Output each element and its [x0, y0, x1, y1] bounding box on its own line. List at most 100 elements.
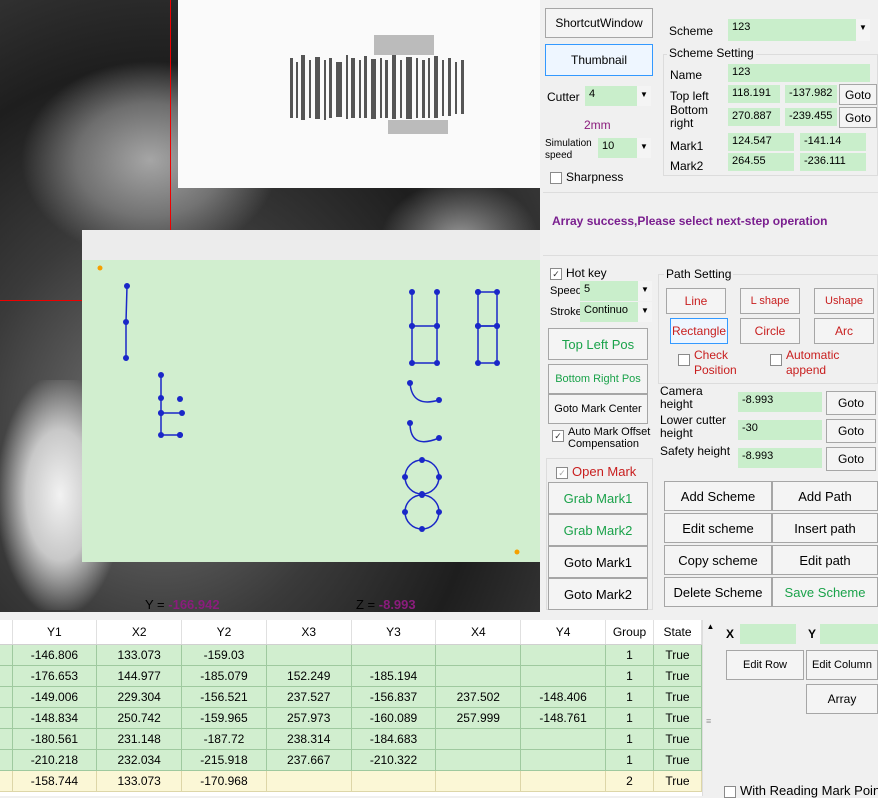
- table-cell[interactable]: 238.314: [266, 728, 352, 750]
- u-shape-button[interactable]: Ushape: [814, 288, 874, 314]
- cutter-select[interactable]: 4 ▼: [585, 86, 651, 106]
- row-header-cell[interactable]: [0, 686, 13, 708]
- table-cell[interactable]: -185.079: [181, 665, 267, 687]
- table-cell[interactable]: 250.742: [96, 707, 183, 729]
- goto-lower-cutter-button[interactable]: Goto: [826, 419, 876, 443]
- thumbnail-button[interactable]: Thumbnail: [545, 44, 653, 76]
- scheme-name-field[interactable]: 123: [728, 64, 870, 82]
- goto-top-left-button[interactable]: Goto: [839, 84, 877, 105]
- table-row[interactable]: -180.561 231.148 -187.72 238.314 -184.683 1 Tr…: [0, 728, 702, 750]
- scroll-grip-icon[interactable]: ≡: [706, 716, 711, 726]
- table-cell[interactable]: 231.148: [96, 728, 183, 750]
- table-cell[interactable]: 229.304: [96, 686, 183, 708]
- goto-mark2-button[interactable]: Goto Mark2: [548, 578, 648, 610]
- data-grid[interactable]: Y1 X2 Y2 X3 Y3 X4 Y4 Group State -146.806 133.073…: [0, 620, 702, 796]
- table-cell[interactable]: True: [653, 770, 702, 792]
- table-cell[interactable]: [351, 644, 437, 666]
- bottom-right-y-field[interactable]: -239.455: [785, 108, 837, 126]
- table-cell[interactable]: -149.006: [12, 686, 98, 708]
- table-cell[interactable]: -158.744: [12, 770, 98, 792]
- table-cell[interactable]: -210.322: [351, 749, 437, 771]
- table-cell[interactable]: [520, 665, 606, 687]
- sharpness-checkbox[interactable]: Sharpness: [550, 170, 623, 184]
- table-cell[interactable]: -156.837: [351, 686, 437, 708]
- table-cell[interactable]: 1: [605, 644, 654, 666]
- scroll-up-icon[interactable]: ▲: [703, 622, 718, 631]
- grab-mark1-button[interactable]: Grab Mark1: [548, 482, 648, 514]
- safety-height-field[interactable]: -8.993: [738, 448, 822, 468]
- table-cell[interactable]: -160.089: [351, 707, 437, 729]
- table-row[interactable]: -148.834 250.742 -159.965 257.973 -160.089 25…: [0, 707, 702, 729]
- delete-scheme-button[interactable]: Delete Scheme: [664, 577, 772, 607]
- table-cell[interactable]: -148.406: [520, 686, 606, 708]
- save-scheme-button[interactable]: Save Scheme: [772, 577, 878, 607]
- table-cell[interactable]: -187.72: [181, 728, 267, 750]
- simulation-speed-select[interactable]: 10 ▼: [598, 138, 651, 158]
- table-cell[interactable]: -156.521: [181, 686, 267, 708]
- table-cell[interactable]: [435, 749, 522, 771]
- automatic-append-checkbox[interactable]: Automatic append: [770, 348, 860, 378]
- table-cell[interactable]: True: [653, 686, 702, 708]
- table-cell[interactable]: [435, 770, 522, 792]
- table-cell[interactable]: 232.034: [96, 749, 183, 771]
- table-cell[interactable]: [520, 770, 606, 792]
- table-cell[interactable]: 133.073: [96, 644, 183, 666]
- row-header-cell[interactable]: [0, 749, 13, 771]
- column-header-x2[interactable]: X2: [96, 620, 183, 645]
- camera-height-field[interactable]: -8.993: [738, 392, 822, 412]
- table-cell[interactable]: -180.561: [12, 728, 98, 750]
- table-cell[interactable]: -215.918: [181, 749, 267, 771]
- table-cell[interactable]: 237.527: [266, 686, 352, 708]
- table-cell[interactable]: -170.968: [181, 770, 267, 792]
- mark1-x-field[interactable]: 124.547: [728, 133, 794, 151]
- table-cell[interactable]: -159.03: [181, 644, 267, 666]
- table-cell[interactable]: 152.249: [266, 665, 352, 687]
- table-cell[interactable]: True: [653, 644, 702, 666]
- check-position-checkbox[interactable]: Check Position: [678, 348, 748, 378]
- copy-scheme-button[interactable]: Copy scheme: [664, 545, 772, 575]
- rectangle-button[interactable]: Rectangle: [670, 318, 728, 344]
- table-row[interactable]: -158.744 133.073 -170.968 2 True: [0, 770, 702, 792]
- circle-button[interactable]: Circle: [740, 318, 800, 344]
- edit-column-button[interactable]: Edit Column: [806, 650, 878, 680]
- table-cell[interactable]: 257.999: [435, 707, 522, 729]
- edit-scheme-button[interactable]: Edit scheme: [664, 513, 772, 543]
- lower-cutter-height-field[interactable]: -30: [738, 420, 822, 440]
- table-row[interactable]: -149.006 229.304 -156.521 237.527 -156.837 23…: [0, 686, 702, 708]
- bottom-right-x-field[interactable]: 270.887: [728, 108, 780, 126]
- edit-row-button[interactable]: Edit Row: [726, 650, 804, 680]
- column-header-state[interactable]: State: [653, 620, 702, 645]
- goto-safety-height-button[interactable]: Goto: [826, 447, 876, 471]
- table-cell[interactable]: [266, 770, 352, 792]
- table-cell[interactable]: [520, 644, 606, 666]
- auto-mark-offset-checkbox[interactable]: ✓ Auto Mark Offset Compensation: [552, 426, 656, 450]
- column-header-y2[interactable]: Y2: [181, 620, 267, 645]
- table-cell[interactable]: 257.973: [266, 707, 352, 729]
- add-path-button[interactable]: Add Path: [772, 481, 878, 511]
- table-cell[interactable]: -176.653: [12, 665, 98, 687]
- open-mark-checkbox[interactable]: ✓ Open Mark: [556, 464, 636, 479]
- column-header-y3[interactable]: Y3: [351, 620, 437, 645]
- grid-vertical-scrollbar[interactable]: ▲ ≡: [702, 620, 718, 796]
- table-cell[interactable]: 133.073: [96, 770, 183, 792]
- table-cell[interactable]: True: [653, 665, 702, 687]
- table-cell[interactable]: [520, 749, 606, 771]
- table-cell[interactable]: [435, 665, 522, 687]
- table-cell[interactable]: [435, 728, 522, 750]
- row-header-cell[interactable]: [0, 644, 13, 666]
- table-cell[interactable]: 237.502: [435, 686, 522, 708]
- table-cell[interactable]: 1: [605, 686, 654, 708]
- table-cell[interactable]: -146.806: [12, 644, 98, 666]
- table-cell[interactable]: [266, 644, 352, 666]
- table-cell[interactable]: [351, 770, 437, 792]
- row-header-cell[interactable]: [0, 770, 13, 792]
- row-header-cell[interactable]: [0, 665, 13, 687]
- speed-select[interactable]: 5 ▼: [580, 281, 652, 301]
- goto-camera-height-button[interactable]: Goto: [826, 391, 876, 415]
- column-header-x4[interactable]: X4: [435, 620, 522, 645]
- y-input[interactable]: [820, 624, 878, 644]
- table-cell[interactable]: True: [653, 749, 702, 771]
- line-button[interactable]: Line: [666, 288, 726, 314]
- arc-button[interactable]: Arc: [814, 318, 874, 344]
- edit-path-button[interactable]: Edit path: [772, 545, 878, 575]
